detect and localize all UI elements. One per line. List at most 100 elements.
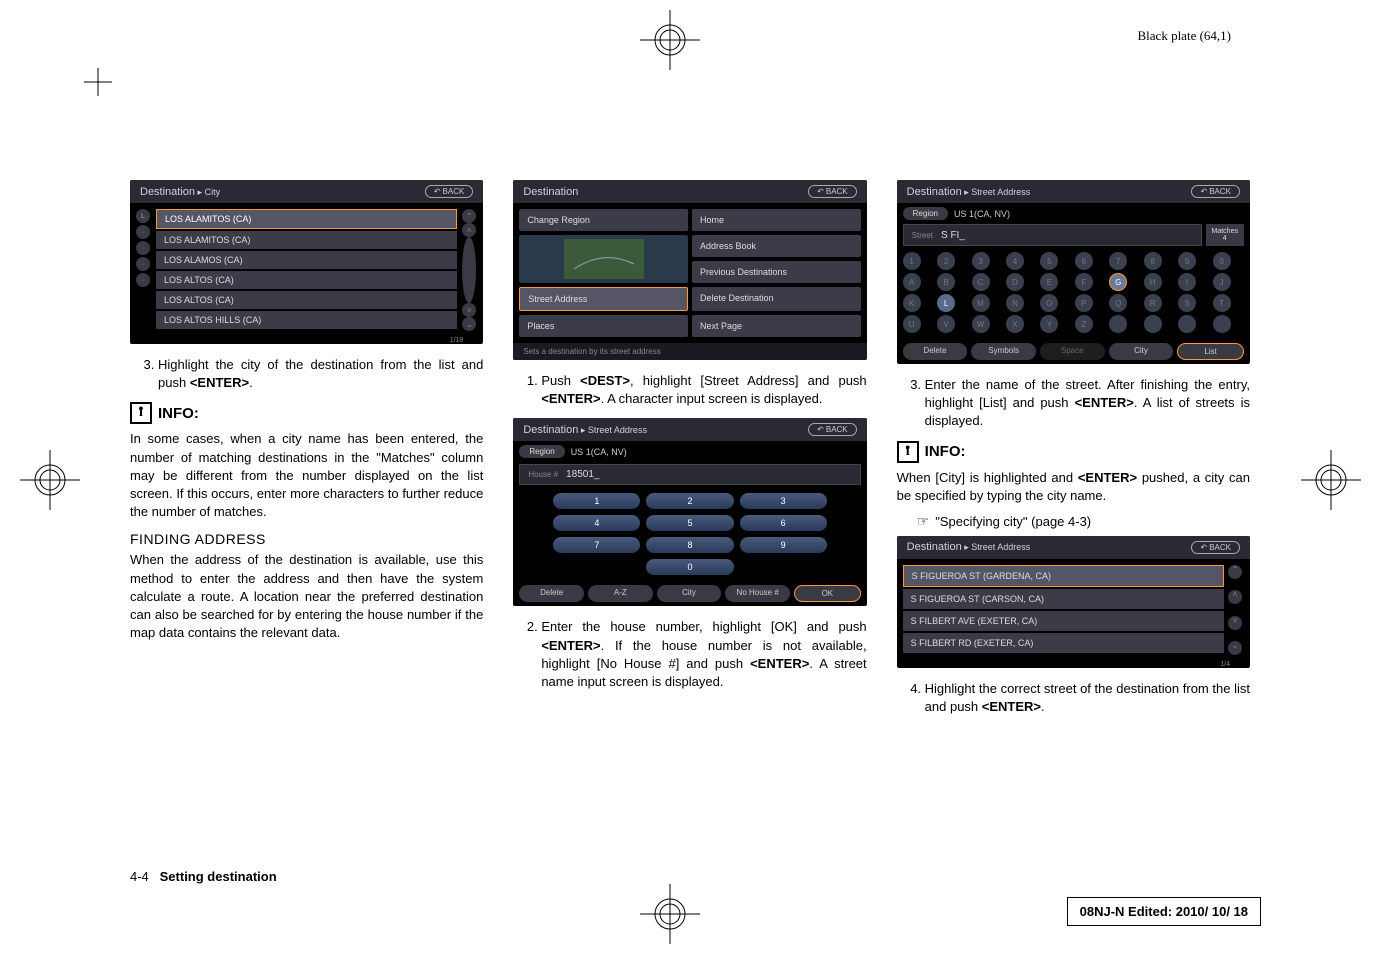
kbd-key[interactable]: L: [937, 294, 955, 312]
city-button[interactable]: City: [1109, 343, 1174, 360]
scroll-up-icon[interactable]: ˄: [462, 223, 476, 237]
kbd-key[interactable]: J: [1213, 273, 1231, 291]
kbd-key[interactable]: Z: [1075, 315, 1093, 333]
kbd-key[interactable]: A: [903, 273, 921, 291]
back-button[interactable]: ↶ BACK: [808, 423, 857, 436]
letter-key[interactable]: ·: [136, 241, 150, 255]
scroll-down-icon[interactable]: ˅: [1228, 616, 1242, 630]
screenshot-street-keyboard: Destination ▸ Street Address ↶ BACK Regi…: [897, 180, 1250, 364]
numpad-key[interactable]: 7: [553, 537, 640, 553]
house-label: House #: [528, 470, 558, 479]
no-house-button[interactable]: No House #: [725, 585, 790, 602]
scroll-top-icon[interactable]: ⌃: [462, 209, 476, 223]
kbd-key[interactable]: 9: [1178, 252, 1196, 270]
letter-key[interactable]: ·: [136, 225, 150, 239]
places-button[interactable]: Places: [519, 315, 688, 337]
numpad-key[interactable]: 4: [553, 515, 640, 531]
kbd-key[interactable]: 0: [1213, 252, 1231, 270]
street-item[interactable]: S FILBERT AVE (EXETER, CA): [903, 611, 1224, 631]
letter-key[interactable]: ·: [136, 257, 150, 271]
kbd-key[interactable]: 5: [1040, 252, 1058, 270]
kbd-key[interactable]: 6: [1075, 252, 1093, 270]
home-button[interactable]: Home: [692, 209, 861, 231]
az-button[interactable]: A-Z: [588, 585, 653, 602]
city-item[interactable]: LOS ALAMITOS (CA): [156, 231, 457, 249]
kbd-key[interactable]: M: [972, 294, 990, 312]
kbd-key[interactable]: [1109, 315, 1127, 333]
scroll-bottom-icon[interactable]: ⌄: [1228, 641, 1242, 655]
kbd-key[interactable]: [1144, 315, 1162, 333]
scroll-up-icon[interactable]: ˄: [1228, 590, 1242, 604]
kbd-key[interactable]: W: [972, 315, 990, 333]
city-item[interactable]: LOS ALTOS (CA): [156, 271, 457, 289]
kbd-key[interactable]: [1213, 315, 1231, 333]
street-address-button[interactable]: Street Address: [519, 287, 688, 311]
kbd-key[interactable]: 3: [972, 252, 990, 270]
kbd-key[interactable]: X: [1006, 315, 1024, 333]
kbd-key[interactable]: B: [937, 273, 955, 291]
previous-destinations-button[interactable]: Previous Destinations: [692, 261, 861, 283]
kbd-key[interactable]: Q: [1109, 294, 1127, 312]
numpad-key[interactable]: 9: [740, 537, 827, 553]
numpad-key[interactable]: 1: [553, 493, 640, 509]
scroll-down-icon[interactable]: ˅: [462, 303, 476, 317]
numpad-key[interactable]: 3: [740, 493, 827, 509]
space-button[interactable]: Space: [1040, 343, 1105, 360]
change-region-button[interactable]: Change Region: [519, 209, 688, 231]
kbd-key[interactable]: D: [1006, 273, 1024, 291]
street-item[interactable]: S FIGUEROA ST (CARSON, CA): [903, 589, 1224, 609]
kbd-key[interactable]: E: [1040, 273, 1058, 291]
delete-button[interactable]: Delete: [519, 585, 584, 602]
kbd-key[interactable]: K: [903, 294, 921, 312]
kbd-key[interactable]: 4: [1006, 252, 1024, 270]
delete-destination-button[interactable]: Delete Destination: [692, 287, 861, 311]
city-button[interactable]: City: [657, 585, 722, 602]
delete-button[interactable]: Delete: [903, 343, 968, 360]
kbd-key[interactable]: V: [937, 315, 955, 333]
kbd-key[interactable]: S: [1178, 294, 1196, 312]
kbd-key[interactable]: R: [1144, 294, 1162, 312]
numpad-key[interactable]: 5: [646, 515, 733, 531]
symbols-button[interactable]: Symbols: [971, 343, 1036, 360]
next-page-button[interactable]: Next Page: [692, 315, 861, 337]
back-button[interactable]: ↶ BACK: [425, 185, 474, 198]
back-button[interactable]: ↶ BACK: [808, 185, 857, 198]
kbd-key[interactable]: [1178, 315, 1196, 333]
kbd-key[interactable]: G: [1109, 273, 1127, 291]
numpad-key[interactable]: 0: [646, 559, 733, 575]
city-item[interactable]: LOS ALAMOS (CA): [156, 251, 457, 269]
region-button[interactable]: Region: [519, 445, 564, 458]
city-item[interactable]: LOS ALAMITOS (CA): [156, 209, 457, 229]
numpad-key[interactable]: 6: [740, 515, 827, 531]
kbd-key[interactable]: U: [903, 315, 921, 333]
back-button[interactable]: ↶ BACK: [1191, 541, 1240, 554]
letter-key[interactable]: ·: [136, 273, 150, 287]
kbd-key[interactable]: T: [1213, 294, 1231, 312]
kbd-key[interactable]: Y: [1040, 315, 1058, 333]
ok-button[interactable]: OK: [794, 585, 861, 602]
kbd-key[interactable]: H: [1144, 273, 1162, 291]
list-button[interactable]: List: [1177, 343, 1244, 360]
kbd-key[interactable]: 7: [1109, 252, 1127, 270]
street-item[interactable]: S FILBERT RD (EXETER, CA): [903, 633, 1224, 653]
back-button[interactable]: ↶ BACK: [1191, 185, 1240, 198]
numpad-key[interactable]: 8: [646, 537, 733, 553]
kbd-key[interactable]: C: [972, 273, 990, 291]
street-item[interactable]: S FIGUEROA ST (GARDENA, CA): [903, 565, 1224, 587]
kbd-key[interactable]: 1: [903, 252, 921, 270]
kbd-key[interactable]: 2: [937, 252, 955, 270]
kbd-key[interactable]: 8: [1144, 252, 1162, 270]
kbd-key[interactable]: I: [1178, 273, 1196, 291]
letter-key[interactable]: L: [136, 209, 150, 223]
numpad-key[interactable]: 2: [646, 493, 733, 509]
address-book-button[interactable]: Address Book: [692, 235, 861, 257]
scroll-top-icon[interactable]: ⌃: [1228, 565, 1242, 579]
scroll-bottom-icon[interactable]: ⌄: [462, 317, 476, 331]
city-item[interactable]: LOS ALTOS HILLS (CA): [156, 311, 457, 329]
kbd-key[interactable]: N: [1006, 294, 1024, 312]
city-item[interactable]: LOS ALTOS (CA): [156, 291, 457, 309]
kbd-key[interactable]: O: [1040, 294, 1058, 312]
region-button[interactable]: Region: [903, 207, 948, 220]
kbd-key[interactable]: F: [1075, 273, 1093, 291]
kbd-key[interactable]: P: [1075, 294, 1093, 312]
